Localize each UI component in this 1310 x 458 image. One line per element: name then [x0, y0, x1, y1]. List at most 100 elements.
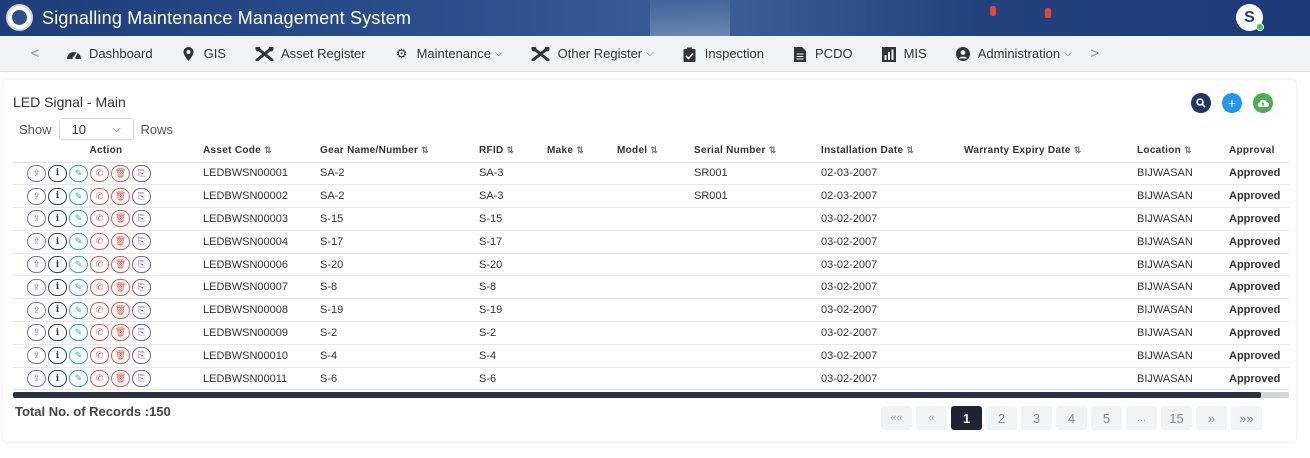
page-button[interactable]: 2	[986, 406, 1017, 430]
edit-button[interactable]: ✎	[69, 370, 88, 388]
nav-item-dashboard[interactable]: Dashboard	[66, 46, 153, 61]
info-button[interactable]: i	[48, 301, 67, 319]
reject-button[interactable]: ✆	[90, 301, 109, 319]
column-header-location[interactable]: Location ⇅	[1133, 140, 1225, 163]
reject-button[interactable]: ✆	[90, 187, 109, 205]
attachment-button[interactable]: ⎘	[132, 324, 151, 342]
edit-button[interactable]: ✎	[69, 301, 88, 319]
reject-button[interactable]: ✆	[90, 278, 109, 296]
approve-upload-button[interactable]: ⇪	[27, 347, 46, 365]
info-button[interactable]: i	[48, 164, 67, 182]
page-button[interactable]: 3	[1021, 406, 1052, 430]
edit-button[interactable]: ✎	[69, 324, 88, 342]
info-button[interactable]: i	[48, 187, 67, 205]
attachment-button[interactable]: ⎘	[132, 347, 151, 365]
approve-upload-button[interactable]: ⇪	[27, 301, 46, 319]
page-button[interactable]: »	[1196, 406, 1227, 430]
info-button[interactable]: i	[48, 370, 67, 388]
reject-button[interactable]: ✆	[90, 233, 109, 251]
reject-button[interactable]: ✆	[90, 370, 109, 388]
info-button[interactable]: i	[48, 233, 67, 251]
approve-upload-button[interactable]: ⇪	[27, 256, 46, 274]
page-button[interactable]: 15	[1161, 406, 1192, 430]
delete-button[interactable]: 🗑	[111, 256, 130, 274]
add-button[interactable]: +	[1222, 93, 1242, 113]
attachment-button[interactable]: ⎘	[132, 210, 151, 228]
nav-item-administration[interactable]: Administration ⌵	[955, 46, 1072, 61]
attachment-button[interactable]: ⎘	[132, 278, 151, 296]
info-button[interactable]: i	[48, 256, 67, 274]
nav-item-gis[interactable]: GIS	[181, 46, 226, 61]
approve-upload-button[interactable]: ⇪	[27, 210, 46, 228]
page-button-active[interactable]: 1	[951, 406, 982, 430]
column-header-gear-name[interactable]: Gear Name/Number ⇅	[316, 140, 475, 163]
column-header-warranty-expiry[interactable]: Warranty Expiry Date ⇅	[960, 140, 1133, 163]
delete-button[interactable]: 🗑	[111, 164, 130, 182]
approve-upload-button[interactable]: ⇪	[27, 324, 46, 342]
cell-warranty	[960, 162, 1133, 186]
attachment-button[interactable]: ⎘	[132, 301, 151, 319]
upload-button[interactable]	[1253, 93, 1273, 113]
approve-upload-button[interactable]: ⇪	[27, 233, 46, 251]
rows-per-page-select[interactable]: 10 ⌵	[58, 118, 134, 140]
nav-item-mis[interactable]: MIS	[881, 46, 927, 62]
reject-button[interactable]: ✆	[90, 164, 109, 182]
delete-button[interactable]: 🗑	[111, 278, 130, 296]
reject-button[interactable]: ✆	[90, 210, 109, 228]
delete-button[interactable]: 🗑	[111, 187, 130, 205]
edit-button[interactable]: ✎	[69, 233, 88, 251]
attachment-button[interactable]: ⎘	[132, 187, 151, 205]
edit-icon: ✎	[74, 281, 83, 292]
nav-prev-arrow[interactable]: <	[22, 45, 48, 62]
edit-button[interactable]: ✎	[69, 347, 88, 365]
nav-item-pcdo[interactable]: PCDO	[792, 46, 853, 62]
delete-button[interactable]: 🗑	[111, 347, 130, 365]
edit-button[interactable]: ✎	[69, 278, 88, 296]
user-avatar[interactable]: S	[1236, 4, 1264, 31]
info-button[interactable]: i	[48, 210, 67, 228]
page-button[interactable]: 4	[1056, 406, 1087, 430]
edit-button[interactable]: ✎	[69, 164, 88, 182]
nav-item-asset-register[interactable]: Asset Register	[254, 46, 366, 61]
info-button[interactable]: i	[48, 278, 67, 296]
approve-upload-button[interactable]: ⇪	[27, 370, 46, 388]
column-header-make[interactable]: Make ⇅	[543, 140, 613, 163]
attachment-button[interactable]: ⎘	[132, 256, 151, 274]
page-button[interactable]: »»	[1231, 406, 1262, 430]
column-header-serial-number[interactable]: Serial Number ⇅	[690, 140, 817, 163]
reject-button[interactable]: ✆	[90, 324, 109, 342]
horizontal-scrollbar[interactable]	[13, 392, 1289, 398]
nav-item-maintenance[interactable]: ⚙ Maintenance ⌵	[394, 46, 503, 61]
nav-next-arrow[interactable]: >	[1082, 45, 1108, 62]
column-header-approval[interactable]: Approval	[1225, 140, 1289, 163]
edit-button[interactable]: ✎	[69, 210, 88, 228]
approve-upload-button[interactable]: ⇪	[27, 187, 46, 205]
info-button[interactable]: i	[48, 324, 67, 342]
approve-upload-button[interactable]: ⇪	[27, 164, 46, 182]
column-header-model[interactable]: Model ⇅	[613, 140, 690, 163]
delete-button[interactable]: 🗑	[111, 370, 130, 388]
search-button[interactable]	[1191, 93, 1211, 113]
info-button[interactable]: i	[48, 347, 67, 365]
page-button[interactable]: «	[916, 406, 947, 430]
page-button[interactable]: 5	[1091, 406, 1122, 430]
attachment-button[interactable]: ⎘	[132, 164, 151, 182]
scrollbar-thumb[interactable]	[13, 392, 1261, 398]
delete-button[interactable]: 🗑	[111, 210, 130, 228]
delete-button[interactable]: 🗑	[111, 324, 130, 342]
nav-item-other-register[interactable]: Other Register ⌵	[531, 46, 654, 61]
edit-button[interactable]: ✎	[69, 256, 88, 274]
edit-button[interactable]: ✎	[69, 187, 88, 205]
delete-button[interactable]: 🗑	[111, 301, 130, 319]
reject-button[interactable]: ✆	[90, 256, 109, 274]
delete-button[interactable]: 🗑	[111, 233, 130, 251]
column-header-asset-code[interactable]: Asset Code ⇅	[199, 140, 316, 163]
column-header-rfid[interactable]: RFID ⇅	[475, 140, 543, 163]
nav-item-inspection[interactable]: Inspection	[682, 46, 764, 62]
page-button[interactable]: ««	[881, 406, 912, 430]
reject-button[interactable]: ✆	[90, 347, 109, 365]
attachment-button[interactable]: ⎘	[132, 233, 151, 251]
approve-upload-button[interactable]: ⇪	[27, 278, 46, 296]
column-header-installation-date[interactable]: Installation Date ⇅	[817, 140, 960, 163]
attachment-button[interactable]: ⎘	[132, 370, 151, 388]
